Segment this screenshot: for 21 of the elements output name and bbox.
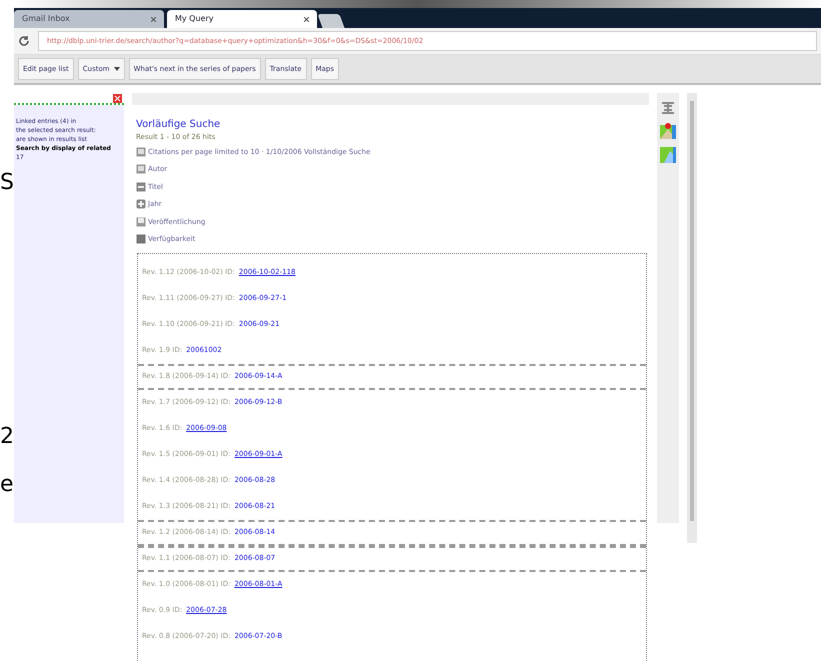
background-letter: e (0, 474, 14, 496)
close-icon[interactable] (304, 16, 309, 22)
browser-tab[interactable]: Gmail Inbox (14, 10, 164, 28)
scrollbar[interactable] (687, 93, 697, 543)
plus-icon (136, 199, 146, 210)
browser-tab[interactable]: My Query (167, 10, 317, 28)
background-letter: 2 (0, 426, 14, 448)
caret-icon (114, 67, 120, 71)
minus-icon (136, 182, 146, 192)
reload-icon[interactable] (18, 35, 30, 47)
map-icon[interactable] (660, 147, 676, 163)
list-icon (136, 164, 146, 174)
block-icon (136, 234, 146, 244)
tray-icon (136, 216, 146, 227)
layout-icon[interactable] (661, 101, 675, 115)
map-icon[interactable] (660, 123, 676, 139)
background-letter: S (0, 172, 14, 194)
list-icon (136, 146, 146, 157)
results-title: Vorläufige Suche (136, 118, 222, 132)
close-icon[interactable] (151, 16, 156, 22)
new-tab-button[interactable] (317, 14, 345, 28)
